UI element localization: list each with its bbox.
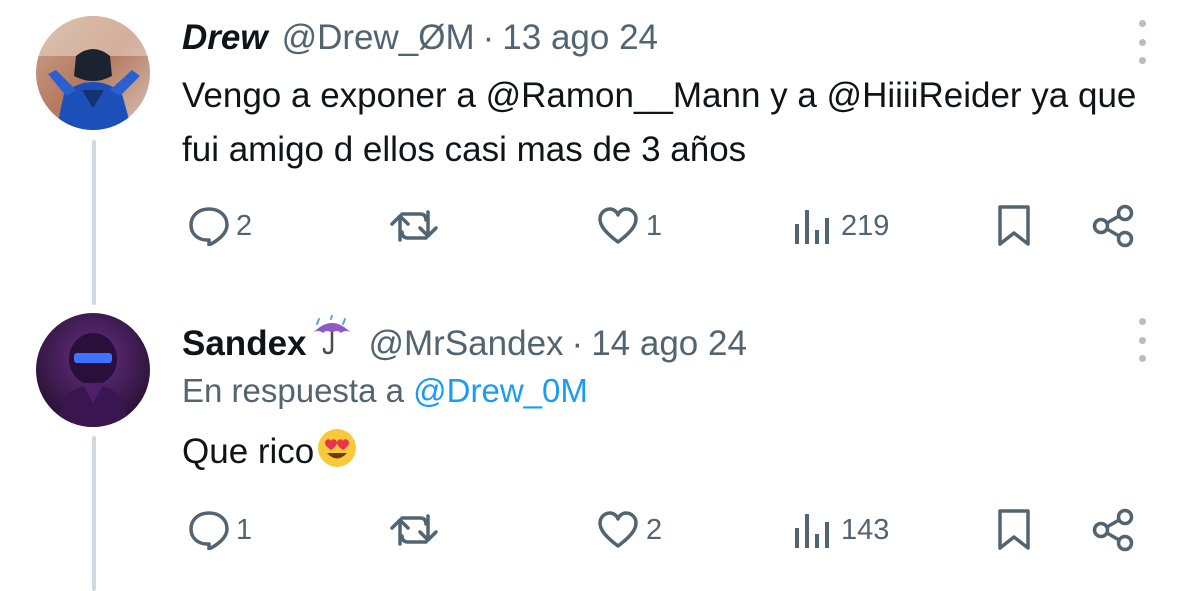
heart-icon	[598, 207, 638, 244]
share-icon	[1092, 508, 1134, 552]
retweet-icon	[390, 210, 438, 242]
reply-button[interactable]: 1	[188, 500, 252, 560]
reply-icon	[189, 511, 229, 550]
avatar[interactable]	[36, 16, 150, 130]
reply-mention-link[interactable]: @Drew_0M	[413, 372, 588, 409]
avatar[interactable]	[36, 313, 150, 427]
tweet-actions: 1 2 143	[0, 500, 1200, 560]
share-icon	[1092, 204, 1134, 248]
display-name[interactable]: Sandex	[182, 324, 307, 364]
reply-count: 2	[236, 209, 253, 242]
views-button[interactable]: 143	[793, 500, 889, 560]
views-chart-icon	[795, 210, 829, 244]
tweet-header: Sandex @MrSandex · 14 ago 24	[182, 314, 747, 364]
heart-eyes-emoji	[316, 427, 358, 485]
views-chart-icon	[795, 514, 829, 548]
view-count: 219	[841, 209, 890, 242]
retweet-button[interactable]	[388, 196, 440, 256]
reply-prefix: En respuesta a	[182, 372, 404, 409]
like-count: 1	[646, 209, 663, 242]
like-button[interactable]: 2	[596, 500, 662, 560]
reply-context: En respuesta a @Drew_0M	[182, 372, 588, 410]
bookmark-icon	[998, 205, 1030, 246]
retweet-icon	[390, 514, 438, 546]
separator-dot: ·	[571, 324, 584, 363]
display-name[interactable]: Drew	[182, 18, 268, 58]
like-count: 2	[646, 513, 663, 546]
bookmark-button[interactable]	[996, 500, 1032, 560]
share-button[interactable]	[1090, 196, 1136, 256]
user-handle[interactable]: @Drew_ØM	[282, 18, 475, 58]
tweet-text: Vengo a exponer a @Ramon__Mann y a @Hiii…	[182, 76, 1137, 169]
tweet[interactable]: Sandex @MrSandex · 14 ago 24 En respuest…	[0, 300, 1200, 591]
retweet-button[interactable]	[388, 500, 440, 560]
bookmark-icon	[998, 509, 1030, 550]
reply-count: 1	[236, 513, 253, 546]
more-options-icon[interactable]	[1128, 318, 1156, 362]
tweet[interactable]: Drew @Drew_ØM · 13 ago 24 Vengo a expone…	[0, 0, 1200, 300]
tweet-actions: 2 1 219	[0, 196, 1200, 256]
heart-icon	[598, 511, 638, 548]
reply-icon	[189, 207, 229, 246]
reply-button[interactable]: 2	[188, 196, 252, 256]
view-count: 143	[841, 513, 890, 546]
tweet-date[interactable]: 14 ago 24	[591, 324, 747, 364]
tweet-header: Drew @Drew_ØM · 13 ago 24	[182, 18, 658, 58]
share-button[interactable]	[1090, 500, 1136, 560]
separator-dot: ·	[482, 18, 495, 57]
bookmark-button[interactable]	[996, 196, 1032, 256]
more-options-icon[interactable]	[1128, 20, 1156, 64]
user-handle[interactable]: @MrSandex	[369, 324, 564, 364]
like-button[interactable]: 1	[596, 196, 662, 256]
tweet-text: Que rico	[182, 425, 1142, 485]
tweet-text-content: Que rico	[182, 432, 315, 471]
umbrella-with-rain-icon	[309, 314, 355, 364]
tweet-date[interactable]: 13 ago 24	[502, 18, 658, 58]
views-button[interactable]: 219	[793, 196, 889, 256]
